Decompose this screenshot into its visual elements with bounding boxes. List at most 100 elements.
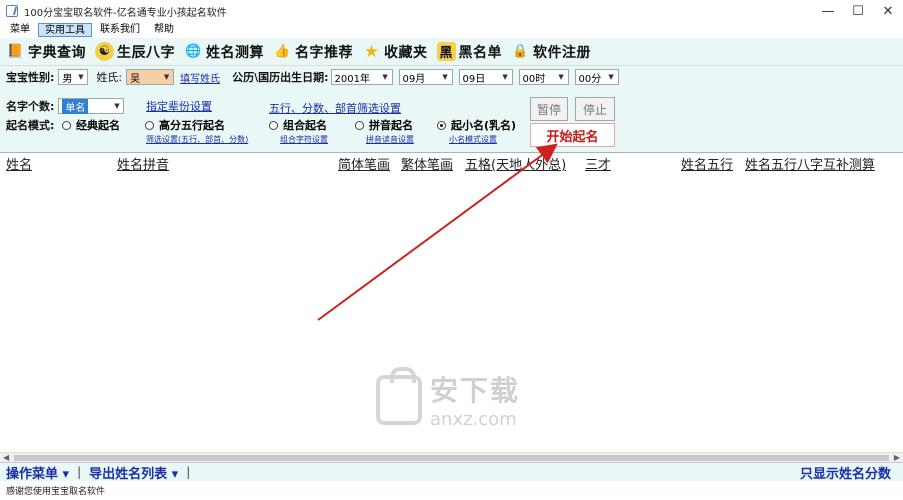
toolbar-dictionary-button[interactable]: 📙 字典查询 (6, 42, 86, 62)
chevron-down-icon: ▼ (442, 73, 448, 81)
column-header-wuge[interactable]: 五格(天地人外总) (465, 154, 566, 173)
name-length-value: 单名 (62, 98, 89, 114)
menu-bar: 菜单 实用工具 联系我们 帮助 (0, 22, 903, 37)
lock-icon: 🔒 (512, 44, 529, 59)
globe-icon: 🌐 (185, 44, 202, 59)
toolbar-register-button[interactable]: 🔒 软件注册 (511, 42, 591, 62)
radio-dot (269, 120, 278, 130)
toolbar-name-test-button[interactable]: 🌐 姓名测算 (184, 42, 264, 62)
toolbar-bazi-button[interactable]: ☯ 生辰八字 (95, 42, 175, 62)
watermark: 安下载 anxz.com (376, 366, 521, 430)
settings-panel: 宝宝性别: 男 ▼ 姓氏: 吴 ▼ 填写姓氏 公历\国历出生日期: 2001年 … (0, 66, 903, 152)
scroll-right-icon[interactable]: ▶ (894, 453, 900, 462)
radio-dot (62, 120, 71, 130)
column-header-name[interactable]: 姓名 (6, 154, 32, 173)
birth-date-label: 公历\国历出生日期: (232, 71, 329, 84)
menu-item-help[interactable]: 帮助 (148, 23, 180, 37)
pause-button[interactable]: 暂停 (530, 97, 568, 121)
window-controls: — ☐ ✕ (813, 0, 903, 22)
bottom-action-bar: 操作菜单 ▾ | 导出姓名列表 ▾ | 只显示姓名分数 (0, 462, 903, 482)
watermark-en: anxz.com (430, 409, 517, 430)
pinyin-setting-link[interactable]: 拼音读音设置 (366, 134, 414, 145)
chevron-down-icon: ▼ (502, 73, 508, 81)
hour-value: 00时 (522, 73, 546, 85)
toolbar-label: 收藏夹 (384, 44, 428, 61)
column-header-sancai[interactable]: 三才 (585, 154, 611, 173)
app-logo-icon (6, 5, 18, 17)
close-button[interactable]: ✕ (873, 0, 903, 22)
minimize-button[interactable]: — (813, 0, 843, 22)
watermark-cn: 安下载 (430, 374, 521, 407)
status-bar: 感谢您使用宝宝取名软件 (0, 481, 903, 500)
mode-wuxing-radio[interactable]: 高分五行起名 (145, 117, 225, 133)
surname-select[interactable]: 吴 ▼ (126, 69, 175, 85)
filter-setting-link[interactable]: 五行、分数、部首筛选设置 (269, 100, 401, 116)
menu-item-contact[interactable]: 联系我们 (94, 23, 146, 37)
wuxing-filter-link[interactable]: 筛选设置(五行、部首、分数) (146, 134, 248, 145)
black-mark-icon: 黑 (436, 42, 456, 61)
toolbar-label: 生辰八字 (117, 44, 175, 61)
name-length-label: 名字个数: (6, 100, 55, 113)
menu-item-main[interactable]: 菜单 (4, 23, 36, 37)
scroll-left-icon[interactable]: ◀ (3, 453, 9, 462)
toolbar-favorites-button[interactable]: ★ 收藏夹 (362, 42, 428, 62)
fill-surname-link[interactable]: 填写姓氏 (180, 70, 220, 85)
maximize-button[interactable]: ☐ (843, 0, 873, 22)
toolbar-blacklist-button[interactable]: 黑 黑名单 (436, 42, 503, 62)
month-select[interactable]: 09月 ▼ (398, 69, 453, 85)
mode-nickname-radio[interactable]: 起小名(乳名) (437, 117, 516, 133)
window-title: 100分宝宝取名软件-亿名通专业小孩起名软件 (24, 7, 227, 19)
mode-label-text: 高分五行起名 (159, 119, 225, 132)
mode-pinyin-radio[interactable]: 拼音起名 (355, 117, 413, 133)
surname-label: 姓氏: (96, 71, 123, 84)
column-header-simplified-strokes[interactable]: 简体笔画 (338, 154, 390, 173)
results-grid[interactable]: 姓名 姓名拼音 简体笔画 繁体笔画 五格(天地人外总) 三才 姓名五行 姓名五行… (0, 152, 903, 463)
chevron-down-icon: ▼ (78, 73, 84, 81)
minute-value: 00分 (578, 73, 602, 85)
name-length-select[interactable]: 单名 ▼ (58, 98, 125, 114)
combo-chars-link[interactable]: 组合字符设置 (280, 134, 328, 145)
chevron-down-icon: ▼ (114, 102, 120, 110)
toolbar-label: 姓名测算 (206, 44, 264, 61)
chevron-down-icon: ▼ (558, 73, 564, 81)
birth-info-row: 宝宝性别: 男 ▼ 姓氏: 吴 ▼ 填写姓氏 公历\国历出生日期: 2001年 … (6, 69, 619, 85)
separator: | (77, 465, 82, 479)
export-list-button[interactable]: 导出姓名列表 ▾ (89, 463, 178, 482)
year-select[interactable]: 2001年 ▼ (330, 69, 393, 85)
separator: | (186, 465, 191, 479)
grid-header: 姓名 姓名拼音 简体笔画 繁体笔画 五格(天地人外总) 三才 姓名五行 姓名五行… (0, 153, 903, 173)
mode-label-text: 拼音起名 (369, 119, 413, 132)
toolbar: 📙 字典查询 ☯ 生辰八字 🌐 姓名测算 👍 名字推荐 ★ 收藏夹 黑 黑名单 … (0, 38, 903, 66)
title-bar: 100分宝宝取名软件-亿名通专业小孩起名软件 — ☐ ✕ (0, 0, 903, 22)
only-score-toggle[interactable]: 只显示姓名分数 (800, 463, 891, 482)
generation-setting-link[interactable]: 指定辈份设置 (146, 98, 212, 114)
column-header-traditional-strokes[interactable]: 繁体笔画 (401, 154, 453, 173)
column-header-bazi-complement[interactable]: 姓名五行八字互补测算 (745, 154, 875, 173)
nickname-setting-link[interactable]: 小名模式设置 (449, 134, 497, 145)
chevron-down-icon: ▼ (163, 73, 170, 81)
day-select[interactable]: 09日 ▼ (458, 69, 513, 85)
day-value: 09日 (462, 73, 486, 85)
mode-classic-radio[interactable]: 经典起名 (62, 117, 120, 133)
gender-select[interactable]: 男 ▼ (58, 69, 89, 85)
scroll-thumb[interactable] (14, 455, 889, 461)
bagua-icon: ☯ (95, 42, 114, 61)
minute-select[interactable]: 00分 ▼ (574, 69, 619, 85)
column-header-wuxing[interactable]: 姓名五行 (681, 154, 733, 173)
gender-value: 男 (62, 73, 73, 85)
start-naming-button[interactable]: 开始起名 (530, 123, 615, 147)
ops-menu-button[interactable]: 操作菜单 ▾ (6, 463, 69, 482)
toolbar-label: 名字推荐 (295, 44, 353, 61)
ops-menu-label: 操作菜单 (6, 466, 59, 482)
radio-dot (355, 120, 364, 130)
toolbar-recommend-button[interactable]: 👍 名字推荐 (273, 42, 353, 62)
chevron-down-icon: ▼ (608, 73, 614, 81)
name-length-row: 名字个数: 单名 ▼ (6, 98, 125, 114)
column-header-pinyin[interactable]: 姓名拼音 (117, 154, 169, 173)
menu-item-tools[interactable]: 实用工具 (38, 22, 92, 37)
radio-dot (145, 120, 154, 130)
hour-select[interactable]: 00时 ▼ (518, 69, 569, 85)
stop-button[interactable]: 停止 (575, 97, 615, 121)
mode-combo-radio[interactable]: 组合起名 (269, 117, 327, 133)
toolbar-label: 字典查询 (28, 44, 86, 61)
